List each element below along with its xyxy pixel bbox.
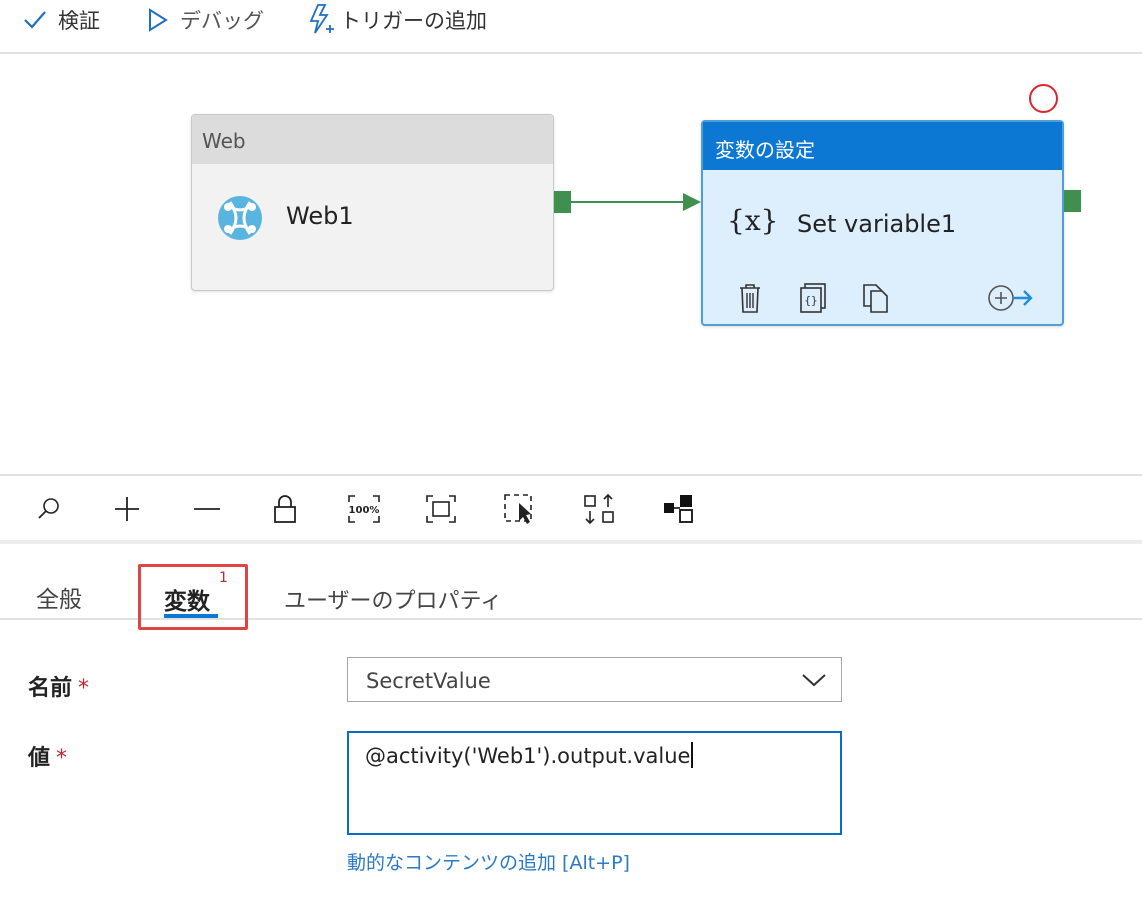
required-mark: * bbox=[56, 746, 68, 771]
set-variable-activity-node[interactable]: 変数の設定 {x} Set variable1 {} bbox=[701, 120, 1064, 326]
zoom-100-icon[interactable]: 100% bbox=[347, 492, 381, 526]
variable-value-input[interactable]: @activity('Web1').output.value bbox=[347, 731, 842, 835]
code-icon[interactable]: {} bbox=[798, 282, 828, 318]
variable-name-dropdown[interactable]: SecretValue bbox=[347, 657, 842, 702]
add-output-icon[interactable] bbox=[987, 282, 1035, 318]
variable-name-value: SecretValue bbox=[366, 669, 491, 693]
debug-button[interactable]: デバッグ bbox=[146, 4, 264, 36]
delete-icon[interactable] bbox=[737, 282, 763, 318]
web-activity-name: Web1 bbox=[286, 202, 354, 230]
success-connector[interactable] bbox=[571, 190, 703, 214]
web-globe-icon bbox=[216, 194, 264, 246]
fit-to-screen-icon[interactable] bbox=[424, 492, 458, 526]
validate-button[interactable]: 検証 bbox=[22, 4, 100, 36]
add-dynamic-content-link[interactable]: 動的なコンテンツの追加 [Alt+P] bbox=[347, 848, 630, 875]
validate-label: 検証 bbox=[58, 9, 100, 33]
top-toolbar: 検証 デバッグ トリガーの追加 bbox=[0, 0, 1142, 54]
checkmark-icon bbox=[22, 7, 48, 33]
tab-general[interactable]: 全般 bbox=[36, 580, 82, 614]
error-indicator bbox=[1029, 84, 1058, 113]
svg-text:{}: {} bbox=[804, 294, 817, 307]
lightning-plus-icon bbox=[306, 3, 336, 37]
debug-label: デバッグ bbox=[180, 9, 264, 33]
copy-icon[interactable] bbox=[861, 282, 891, 318]
search-icon[interactable] bbox=[32, 492, 66, 526]
lock-icon[interactable] bbox=[268, 492, 302, 526]
set-variable-name: Set variable1 bbox=[797, 210, 957, 238]
set-variable-header: 変数の設定 bbox=[703, 122, 1062, 170]
tab-user-properties[interactable]: ユーザーのプロパティ bbox=[284, 583, 502, 615]
name-label: 名前 * bbox=[28, 676, 90, 701]
add-trigger-label: トリガーの追加 bbox=[340, 9, 487, 33]
layout-icon[interactable] bbox=[662, 492, 696, 526]
auto-align-icon[interactable] bbox=[582, 492, 616, 526]
play-icon bbox=[146, 7, 170, 33]
variable-value-text: @activity('Web1').output.value bbox=[365, 744, 691, 768]
variable-icon: {x} bbox=[727, 204, 779, 237]
pipeline-canvas[interactable]: Web Web1 変数の設定 {x} Set variable1 {} bbox=[0, 56, 1142, 474]
set-variable-output-port[interactable] bbox=[1064, 190, 1081, 212]
canvas-controls: 100% bbox=[0, 474, 1142, 544]
value-label: 値 * bbox=[28, 746, 68, 771]
tab-highlight-box bbox=[138, 564, 248, 630]
select-icon[interactable] bbox=[503, 492, 537, 526]
zoom-out-icon[interactable] bbox=[190, 492, 224, 526]
add-trigger-button[interactable]: トリガーの追加 bbox=[306, 4, 487, 36]
web-activity-header: Web bbox=[192, 115, 553, 164]
properties-tabs: 全般 変数 1 ユーザーのプロパティ bbox=[0, 548, 1142, 630]
web-activity-node[interactable]: Web Web1 bbox=[191, 114, 554, 291]
web-output-port[interactable] bbox=[554, 191, 571, 213]
zoom-100-label: 100% bbox=[349, 505, 380, 516]
text-caret bbox=[691, 742, 694, 768]
required-mark: * bbox=[78, 676, 90, 701]
zoom-in-icon[interactable] bbox=[110, 492, 144, 526]
chevron-down-icon bbox=[801, 672, 827, 692]
